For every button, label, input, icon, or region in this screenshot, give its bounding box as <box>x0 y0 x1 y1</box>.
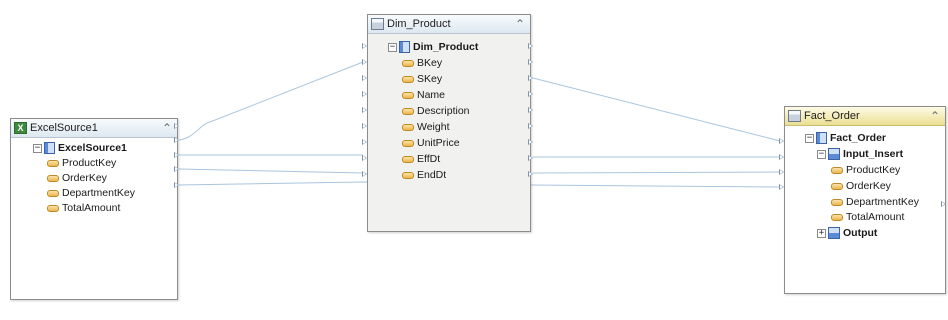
target-column-totalamount[interactable]: TotalAmount <box>831 210 904 224</box>
port-in-unitprice[interactable] <box>362 139 367 145</box>
port-out-productkey[interactable] <box>174 137 179 143</box>
minus-box-icon[interactable]: − <box>805 133 814 143</box>
column-skey[interactable]: SKey <box>402 72 442 86</box>
port-out-bkey[interactable] <box>528 59 533 65</box>
column-icon <box>47 204 59 212</box>
column-icon <box>402 155 414 163</box>
output-group[interactable]: + Output <box>817 226 877 240</box>
dim-product-title: Dim_Product <box>387 18 451 30</box>
link-skey-to-productkey <box>532 77 781 142</box>
double-chevron-up-icon[interactable]: ⌃ <box>515 16 525 32</box>
port-in-description[interactable] <box>362 107 367 113</box>
input-insert-group[interactable]: − Input_Insert <box>817 147 903 161</box>
port-in-productkey[interactable] <box>779 138 784 144</box>
port-out-effdt[interactable] <box>528 155 533 161</box>
target-column-orderkey[interactable]: OrderKey <box>831 179 891 193</box>
excel-source-root[interactable]: − ExcelSource1 <box>33 141 127 155</box>
port-out-departmentkey[interactable] <box>174 166 179 172</box>
port-out-description[interactable] <box>528 107 533 113</box>
minus-box-icon[interactable]: − <box>817 149 826 159</box>
column-departmentkey[interactable]: DepartmentKey <box>47 186 135 200</box>
port-out-dim-root[interactable] <box>528 43 533 49</box>
target-column-departmentkey[interactable]: DepartmentKey <box>831 195 919 209</box>
fact-order-node[interactable]: Fact_Order ⌃ − Fact_Order − Input_Insert… <box>784 106 946 294</box>
table-icon <box>44 142 55 154</box>
port-out-skey[interactable] <box>528 75 533 81</box>
port-out-enddt[interactable] <box>528 171 533 177</box>
column-name[interactable]: Name <box>402 88 445 102</box>
column-enddt[interactable]: EndDt <box>402 168 446 182</box>
column-orderkey[interactable]: OrderKey <box>47 171 107 185</box>
port-out-weight[interactable] <box>528 123 533 129</box>
column-weight[interactable]: Weight <box>402 120 450 134</box>
input-group-icon <box>828 148 840 160</box>
port-in-dim-root[interactable] <box>362 43 367 49</box>
port-in-bkey[interactable] <box>362 59 367 65</box>
port-out-orderkey[interactable] <box>174 152 179 158</box>
target-column-productkey[interactable]: ProductKey <box>831 163 900 177</box>
column-icon <box>831 166 843 174</box>
table-icon <box>399 41 410 53</box>
port-in-effdt[interactable] <box>362 155 367 161</box>
excel-source-title: ExcelSource1 <box>30 122 98 134</box>
port-in-totalamount[interactable] <box>779 184 784 190</box>
lookup-table-icon <box>371 18 384 30</box>
port-in-enddt[interactable] <box>362 171 367 177</box>
column-bkey[interactable]: BKey <box>402 56 442 70</box>
column-effdt[interactable]: EffDt <box>402 152 440 166</box>
column-icon <box>47 159 59 167</box>
column-icon <box>402 91 414 99</box>
column-icon <box>402 171 414 179</box>
fact-order-title: Fact_Order <box>804 110 860 122</box>
port-out-unitprice[interactable] <box>528 139 533 145</box>
port-in-skey[interactable] <box>362 75 367 81</box>
port-in-name[interactable] <box>362 91 367 97</box>
output-group-icon <box>828 227 840 239</box>
column-icon <box>831 213 843 221</box>
dim-product-root[interactable]: − Dim_Product <box>388 40 478 54</box>
excel-icon: X <box>14 122 27 134</box>
column-icon <box>402 75 414 83</box>
column-description[interactable]: Description <box>402 104 470 118</box>
minus-box-icon[interactable]: − <box>388 42 397 52</box>
column-icon <box>831 182 843 190</box>
dim-product-node[interactable]: Dim_Product ⌃ − Dim_Product BKey SKey Na… <box>367 14 531 232</box>
dim-product-header[interactable]: Dim_Product ⌃ <box>368 15 530 34</box>
column-icon <box>47 174 59 182</box>
column-totalamount[interactable]: TotalAmount <box>47 201 120 215</box>
link-departmentkey-to-enddt <box>178 168 364 174</box>
target-table-icon <box>788 110 801 122</box>
port-out-output[interactable] <box>941 201 946 207</box>
port-in-weight[interactable] <box>362 123 367 129</box>
minus-box-icon[interactable]: − <box>33 143 42 153</box>
fact-order-header[interactable]: Fact_Order ⌃ <box>785 107 945 126</box>
port-in-orderkey[interactable] <box>779 154 784 160</box>
table-icon <box>816 132 827 144</box>
double-chevron-up-icon[interactable]: ⌃ <box>930 108 940 124</box>
column-icon <box>402 59 414 67</box>
port-out-excel-root[interactable] <box>174 123 179 129</box>
port-out-totalamount[interactable] <box>174 182 179 188</box>
column-unitprice[interactable]: UnitPrice <box>402 136 460 150</box>
link-enddt-to-departmentkey <box>532 171 781 174</box>
excel-source-header[interactable]: X ExcelSource1 ⌃ <box>11 119 177 138</box>
column-icon <box>831 198 843 206</box>
port-in-departmentkey[interactable] <box>779 169 784 175</box>
link-productkey-to-bkey <box>178 61 364 141</box>
double-chevron-up-icon[interactable]: ⌃ <box>162 120 172 136</box>
column-productkey[interactable]: ProductKey <box>47 156 116 170</box>
column-icon <box>402 123 414 131</box>
column-icon <box>402 139 414 147</box>
fact-order-root[interactable]: − Fact_Order <box>805 131 886 145</box>
port-out-name[interactable] <box>528 91 533 97</box>
column-icon <box>402 107 414 115</box>
excel-source-node[interactable]: X ExcelSource1 ⌃ − ExcelSource1 ProductK… <box>10 118 178 300</box>
plus-box-icon[interactable]: + <box>817 228 826 238</box>
column-icon <box>47 189 59 197</box>
